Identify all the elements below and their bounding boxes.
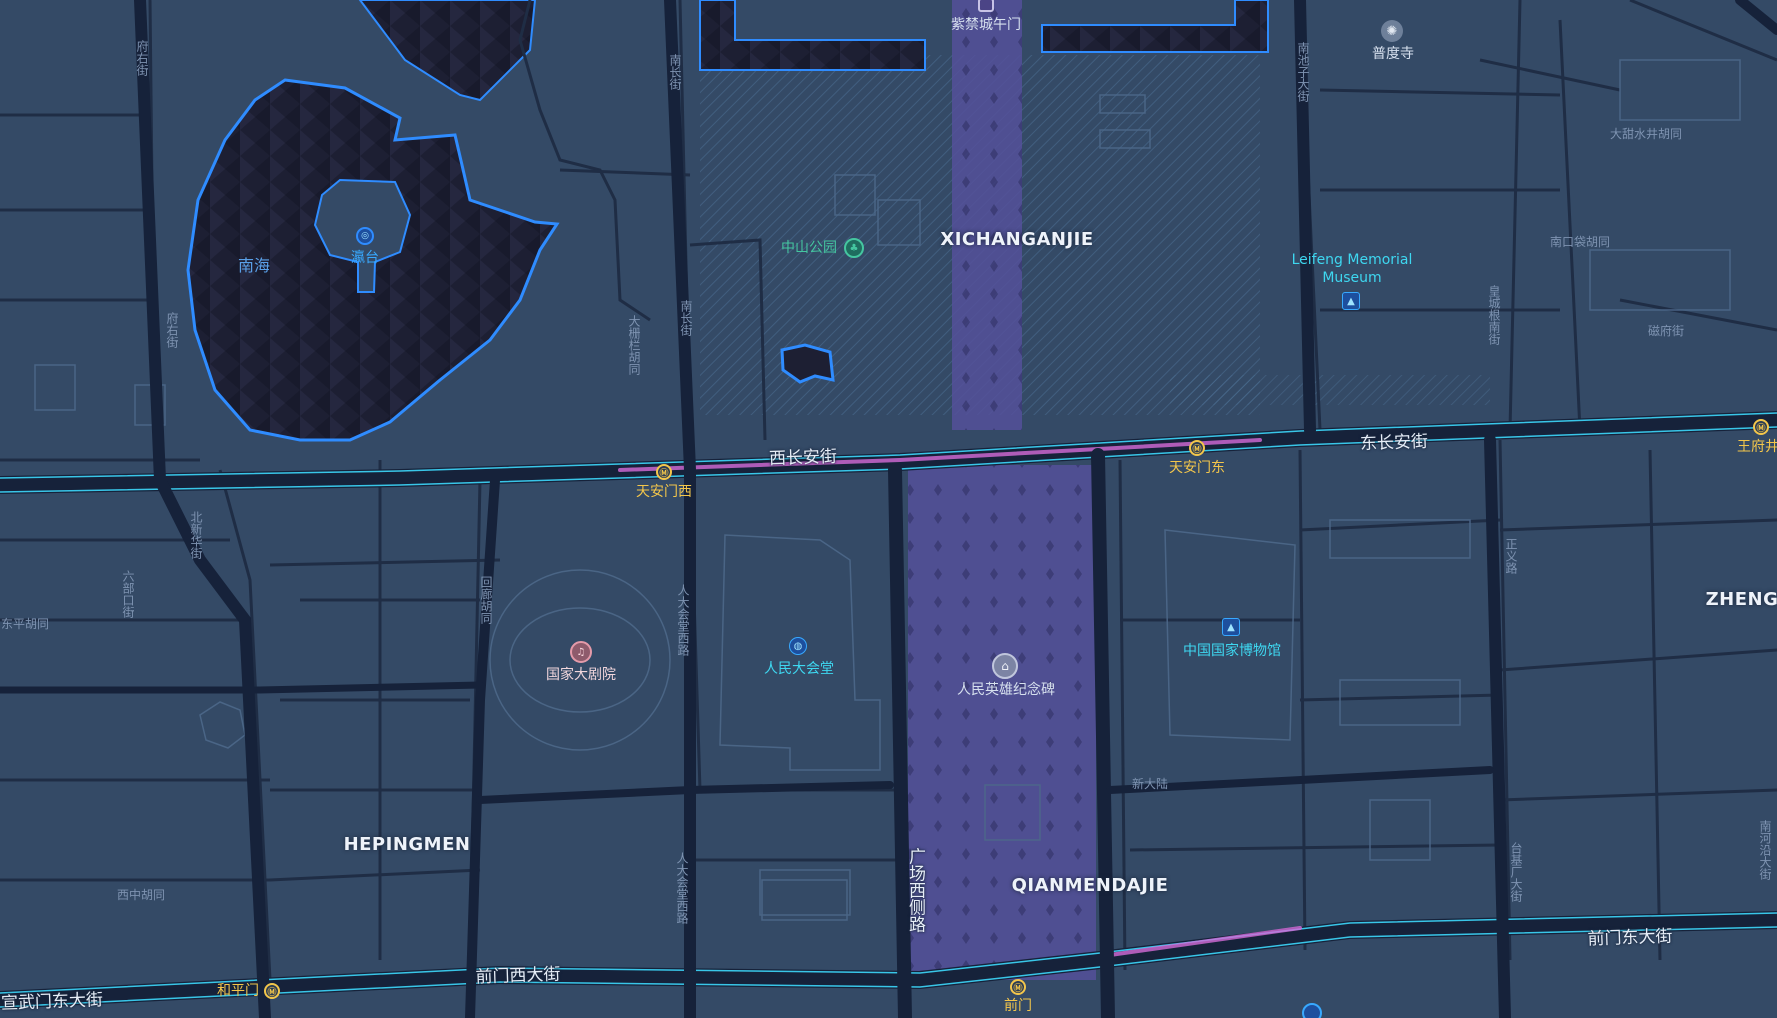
street-label-qianmenxidajie: 前门西大街 xyxy=(475,964,561,988)
location-pin-icon[interactable] xyxy=(1302,1003,1322,1018)
poi-grand-theatre[interactable]: 国家大剧院 xyxy=(546,667,616,683)
street-label-dongchanganjie: 东长安街 xyxy=(1359,431,1429,455)
station-tiananmen-east[interactable]: 天安门东 xyxy=(1169,460,1225,476)
tiananmen-square xyxy=(908,465,1096,980)
metro-station-icon[interactable]: Ⓜ xyxy=(656,464,672,480)
street-label-dongping: 东平胡同 xyxy=(0,617,50,631)
landmark-icon[interactable] xyxy=(978,0,994,12)
poi-great-hall[interactable]: 人民大会堂 xyxy=(764,661,834,677)
street-label-liubukou: 六部口街 xyxy=(121,570,135,618)
street-label-renda-xilu-2: 人大会堂西路 xyxy=(675,852,689,924)
street-label-beixinhuajie: 北新华街 xyxy=(189,511,203,559)
station-hepingmen[interactable]: 和平门 xyxy=(217,983,259,999)
street-label-huilang: 回廊胡同 xyxy=(479,576,493,624)
street-label-nanchangjie-south: 南长街 xyxy=(679,300,693,336)
poi-national-museum[interactable]: 中国国家博物馆 xyxy=(1183,643,1281,659)
museum-icon[interactable]: ▲ xyxy=(1342,292,1360,310)
poi-pudusi[interactable]: 普度寺 xyxy=(1372,46,1414,62)
street-label-fuyoujie-2: 府右街 xyxy=(165,312,179,348)
central-axis-plaza xyxy=(952,0,1022,430)
street-label-qianmendongdajie: 前门东大街 xyxy=(1587,926,1673,950)
station-wangfujing[interactable]: 王府井 xyxy=(1737,439,1777,455)
poi-monument[interactable]: 人民英雄纪念碑 xyxy=(957,682,1055,698)
metro-station-icon[interactable]: Ⓜ xyxy=(264,983,280,999)
poi-zhongshan-park[interactable]: 中山公园 xyxy=(781,240,837,256)
street-label-taijichang: 台基厂大街 xyxy=(1509,842,1523,902)
street-label-dazhalan: 大栅栏胡同 xyxy=(627,315,641,375)
district-label-xichanganjie: XICHANGANJIE xyxy=(940,229,1094,250)
street-label-xichanganjie: 西长安街 xyxy=(768,446,838,470)
theatre-icon[interactable]: ♫ xyxy=(570,641,592,663)
street-label-datianshuijing: 大甜水井胡同 xyxy=(1609,127,1683,141)
park-icon[interactable]: ♣ xyxy=(844,238,864,258)
street-label-huangchenggen: 皇城根南街 xyxy=(1487,285,1501,345)
district-label-hepingmen: HEPINGMEN xyxy=(343,834,471,855)
temple-icon[interactable]: ✺ xyxy=(1381,20,1403,42)
street-label-guangchangxicelu: 广场西侧路 xyxy=(905,847,925,933)
district-label-qianmendajie: QIANMENDAJIE xyxy=(1011,875,1169,896)
poi-leifeng-line1[interactable]: Leifeng Memorial xyxy=(1292,252,1413,268)
metro-station-icon[interactable]: Ⓜ xyxy=(1753,419,1769,435)
district-label-zheng: ZHENG xyxy=(1705,589,1777,610)
street-label-cifujie: 磁府街 xyxy=(1647,324,1685,338)
street-label-xindalu: 新大陆 xyxy=(1131,777,1169,791)
globe-icon[interactable]: ◍ xyxy=(789,637,807,655)
street-label-xizhong: 西中胡同 xyxy=(116,888,166,902)
street-label-zhengyilu: 正义路 xyxy=(1504,538,1518,574)
street-label-fuyoujie: 府右街 xyxy=(135,40,149,76)
street-label-nanchangjie-north: 南长街 xyxy=(668,54,682,90)
street-label-nanchizi: 南池子大街 xyxy=(1296,42,1310,102)
station-qianmen[interactable]: 前门 xyxy=(1004,998,1032,1014)
street-label-renda-xilu: 人大会堂西路 xyxy=(676,584,690,656)
lake-label-nanhai: 南海 xyxy=(237,256,271,275)
museum-icon[interactable]: ▲ xyxy=(1222,618,1240,636)
map-canvas[interactable]: XICHANGANJIE QIANMENDAJIE HEPINGMEN ZHEN… xyxy=(0,0,1777,1018)
poi-leifeng-line2[interactable]: Museum xyxy=(1322,270,1381,286)
street-label-nanheyan: 南河沿大街 xyxy=(1758,820,1772,880)
scenic-spot-icon[interactable]: ◎ xyxy=(356,227,374,245)
street-label-xuanwumendongdajie: 宣武门东大街 xyxy=(0,990,104,1014)
poi-wumen[interactable]: 紫禁城午门 xyxy=(951,17,1021,33)
station-tiananmen-west[interactable]: 天安门西 xyxy=(636,484,692,500)
street-label-nankoudai: 南口袋胡同 xyxy=(1549,235,1611,249)
metro-station-icon[interactable]: Ⓜ xyxy=(1010,979,1026,995)
metro-station-icon[interactable]: Ⓜ xyxy=(1189,440,1205,456)
poi-yingtai[interactable]: 瀛台 xyxy=(351,250,379,266)
monument-icon[interactable]: ⌂ xyxy=(992,653,1018,679)
